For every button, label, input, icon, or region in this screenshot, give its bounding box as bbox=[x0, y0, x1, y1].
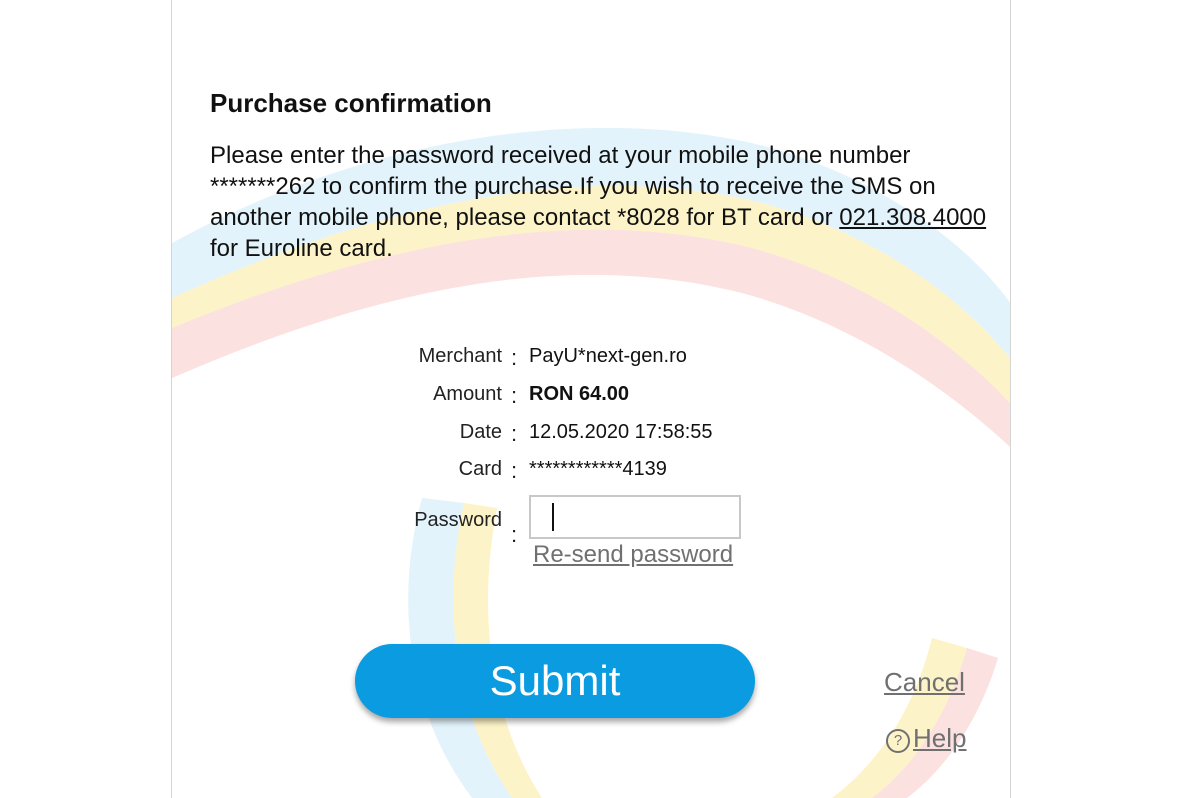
message-text-end: for Euroline card. bbox=[210, 235, 393, 262]
amount-label: Amount bbox=[433, 383, 502, 405]
phone-number-link[interactable]: 021.308.4000 bbox=[839, 204, 986, 231]
card-separator: : bbox=[511, 458, 518, 483]
amount-separator: : bbox=[511, 383, 518, 408]
password-separator: : bbox=[511, 522, 518, 547]
amount-value: RON 64.00 bbox=[529, 383, 630, 405]
instructions-text: Please enter the password received at yo… bbox=[210, 140, 990, 264]
date-value: 12.05.2020 17:58:55 bbox=[529, 421, 713, 443]
card-label: Card bbox=[458, 458, 502, 480]
help-icon: ? bbox=[886, 728, 910, 753]
cancel-link[interactable]: Cancel bbox=[884, 667, 965, 698]
merchant-separator: : bbox=[511, 345, 518, 370]
page-title: Purchase confirmation bbox=[210, 88, 492, 118]
card-number-value: ************4139 bbox=[529, 458, 667, 480]
merchant-value: PayU*next-gen.ro bbox=[529, 345, 687, 367]
message-text-start: Please enter the password received at yo… bbox=[210, 142, 936, 231]
submit-button[interactable]: Submit bbox=[355, 644, 755, 718]
confirmation-panel: Purchase confirmation Please enter the p… bbox=[171, 0, 1011, 798]
password-label: Password bbox=[414, 509, 502, 531]
text-cursor bbox=[552, 503, 554, 531]
help-link[interactable]: ? Help bbox=[886, 723, 966, 754]
date-separator: : bbox=[511, 421, 518, 446]
date-label: Date bbox=[459, 421, 502, 443]
resend-password-link[interactable]: Re-send password bbox=[533, 541, 733, 569]
help-label: Help bbox=[913, 723, 967, 753]
merchant-label: Merchant bbox=[418, 345, 502, 367]
password-input[interactable] bbox=[529, 495, 741, 539]
